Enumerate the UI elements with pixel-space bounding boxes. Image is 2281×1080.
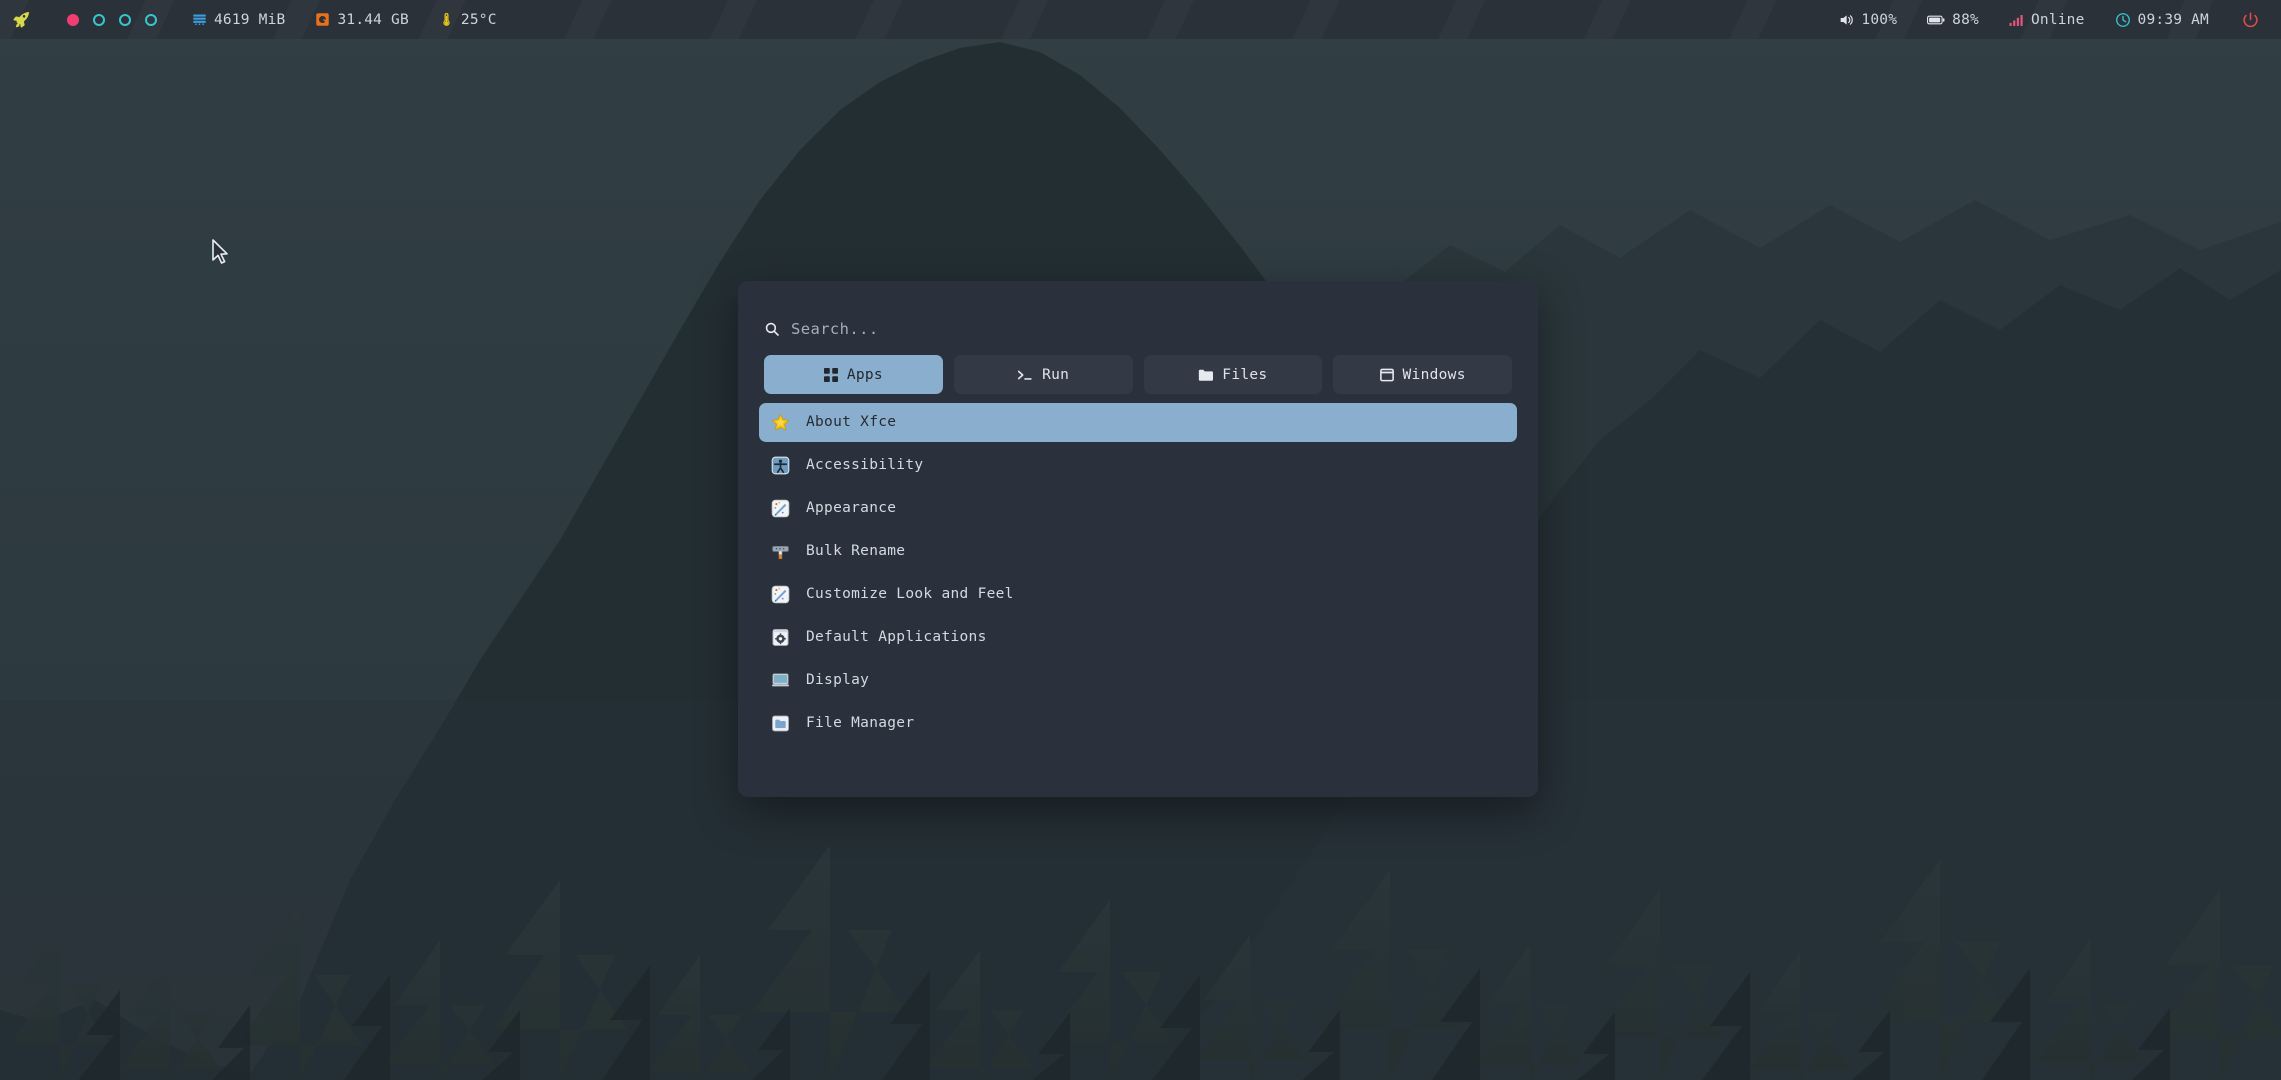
- search-icon: [764, 321, 780, 337]
- app-row-file-manager[interactable]: File Manager: [759, 704, 1517, 743]
- search-input[interactable]: [791, 320, 1512, 338]
- star-icon: [771, 413, 790, 432]
- clock-icon: [2115, 12, 2131, 28]
- battery-indicator[interactable]: 88%: [1912, 0, 1994, 39]
- tab-files[interactable]: Files: [1143, 355, 1323, 394]
- memory-icon: [192, 12, 207, 27]
- app-label: Bulk Rename: [806, 543, 906, 560]
- network-status: Online: [2030, 11, 2085, 28]
- app-row-bulk-rename[interactable]: Bulk Rename: [759, 532, 1517, 571]
- window-icon: [1379, 368, 1394, 382]
- app-row-accessibility[interactable]: Accessibility: [759, 446, 1517, 485]
- accessibility-icon: [771, 456, 790, 475]
- application-list[interactable]: About Xfce Accessibility Appearance Bulk…: [738, 394, 1538, 747]
- temperature-value: 25°C: [460, 11, 497, 28]
- tab-files-label: Files: [1222, 366, 1268, 383]
- harddisk-icon: [315, 12, 330, 27]
- volume-indicator[interactable]: 100%: [1823, 0, 1912, 39]
- clock-indicator[interactable]: 09:39 AM: [2100, 0, 2224, 39]
- volume-value: 100%: [1861, 11, 1898, 28]
- workspace-2-indicator[interactable]: [93, 13, 105, 26]
- app-row-default-applications[interactable]: Default Applications: [759, 618, 1517, 657]
- network-indicator[interactable]: Online: [1994, 0, 2100, 39]
- memory-monitor[interactable]: 4619 MiB: [177, 0, 300, 39]
- workspace-3-indicator[interactable]: [119, 13, 131, 26]
- default-apps-icon: [771, 628, 790, 647]
- thermometer-icon: [439, 12, 454, 27]
- app-label: Customize Look and Feel: [806, 586, 1014, 603]
- workspace-4-indicator[interactable]: [145, 13, 157, 26]
- app-row-display[interactable]: Display: [759, 661, 1517, 700]
- file-manager-icon: [771, 714, 790, 733]
- app-label: File Manager: [806, 715, 915, 732]
- volume-icon: [1838, 12, 1854, 28]
- tab-windows[interactable]: Windows: [1333, 355, 1512, 394]
- temperature-monitor[interactable]: 25°C: [424, 0, 512, 39]
- desktop[interactable]: 4619 MiB 31.44 GB 25°C 100% 88% Online 0…: [0, 0, 2281, 1080]
- app-label: Default Applications: [806, 629, 987, 646]
- workspace-1-indicator[interactable]: [67, 13, 79, 26]
- app-label: Appearance: [806, 500, 897, 517]
- applications-launcher-button[interactable]: [0, 0, 45, 39]
- workspace-switcher[interactable]: [45, 13, 177, 26]
- appearance-icon: [771, 585, 790, 604]
- tab-apps-label: Apps: [846, 366, 883, 383]
- rocket-icon: [12, 10, 31, 29]
- launcher-tabs[interactable]: Apps Run Files Windows: [738, 343, 1538, 394]
- disk-value: 31.44 GB: [337, 11, 409, 28]
- top-panel[interactable]: 4619 MiB 31.44 GB 25°C 100% 88% Online 0…: [0, 0, 2281, 39]
- tab-apps[interactable]: Apps: [764, 355, 943, 394]
- tab-windows-label: Windows: [1402, 366, 1466, 383]
- grid-icon: [823, 367, 838, 382]
- power-icon: [2242, 11, 2259, 28]
- app-label: About Xfce: [806, 414, 897, 431]
- app-row-appearance[interactable]: Appearance: [759, 489, 1517, 528]
- memory-value: 4619 MiB: [214, 11, 286, 28]
- network-signal-icon: [2009, 13, 2024, 27]
- battery-value: 88%: [1952, 11, 1979, 28]
- panel-left-group: 4619 MiB 31.44 GB 25°C: [0, 0, 512, 39]
- panel-right-group: 100% 88% Online 09:39 AM: [1823, 0, 2281, 39]
- app-label: Display: [806, 672, 870, 689]
- app-label: Accessibility: [806, 457, 924, 474]
- app-row-about-xfce[interactable]: About Xfce: [759, 403, 1517, 442]
- app-row-customize-look-and-feel[interactable]: Customize Look and Feel: [759, 575, 1517, 614]
- terminal-icon: [1017, 368, 1033, 382]
- battery-icon: [1927, 13, 1945, 27]
- tab-run-label: Run: [1042, 366, 1070, 383]
- bulk-rename-icon: [771, 542, 790, 561]
- appearance-icon: [771, 499, 790, 518]
- clock-time: 09:39 AM: [2137, 11, 2209, 28]
- application-launcher-dialog[interactable]: Apps Run Files: [738, 281, 1538, 797]
- search-bar[interactable]: [738, 281, 1538, 343]
- disk-monitor[interactable]: 31.44 GB: [300, 0, 423, 39]
- folder-icon: [1198, 368, 1214, 382]
- tab-run[interactable]: Run: [953, 355, 1133, 394]
- power-button[interactable]: [2224, 0, 2281, 39]
- display-icon: [771, 671, 790, 690]
